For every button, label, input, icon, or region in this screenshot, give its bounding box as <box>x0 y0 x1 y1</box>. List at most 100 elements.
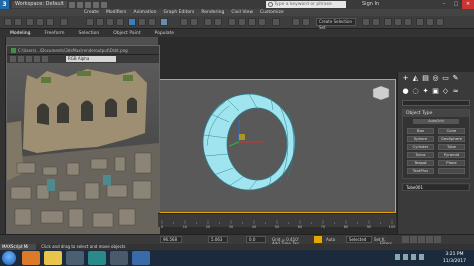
y-coordinate-field[interactable]: 5.063 <box>208 236 228 243</box>
word-taskbar-icon[interactable] <box>132 251 150 265</box>
render-setup-button[interactable] <box>416 18 424 26</box>
graphite-toolbar-button[interactable] <box>372 18 380 26</box>
select-and-rotate-button[interactable] <box>138 18 146 26</box>
tab-freeform[interactable]: Freeform <box>44 31 64 36</box>
pivot-center-button[interactable] <box>190 18 198 26</box>
spacewarps-icon[interactable]: ≈ <box>452 88 459 95</box>
geometry-type-dropdown[interactable] <box>402 100 470 106</box>
helpers-icon[interactable]: ◇ <box>442 88 449 95</box>
tube-object[interactable] <box>159 80 395 212</box>
next-frame-icon[interactable] <box>426 236 433 243</box>
snaps-toggle-button[interactable] <box>228 18 236 26</box>
pyramid-button[interactable]: Pyramid <box>438 152 465 158</box>
select-object-button[interactable] <box>86 18 94 26</box>
shapes-icon[interactable]: ◌ <box>412 88 419 95</box>
unlink-button[interactable] <box>36 18 44 26</box>
x-coordinate-field[interactable]: 96.568 <box>160 236 182 243</box>
percent-snap-button[interactable] <box>248 18 256 26</box>
channel-dropdown[interactable]: RGB Alpha <box>66 56 116 62</box>
select-and-move-button[interactable] <box>128 18 136 26</box>
select-manipulate-button[interactable] <box>204 18 212 26</box>
align-button[interactable] <box>302 18 310 26</box>
key-filter-dropdown[interactable]: Selected <box>346 236 372 243</box>
edit-named-selection-button[interactable] <box>272 18 280 26</box>
undo-icon[interactable] <box>92 1 99 8</box>
tab-object-paint[interactable]: Object Paint <box>113 31 140 36</box>
rendered-frame-window-button[interactable] <box>426 18 434 26</box>
select-and-place-button[interactable] <box>160 18 168 26</box>
cameras-icon[interactable]: ▣ <box>432 88 439 95</box>
menu-modifiers[interactable]: Modifiers <box>106 10 127 15</box>
cone-button[interactable]: Cone <box>438 128 465 134</box>
geosphere-button[interactable]: GeoSphere <box>438 136 465 142</box>
auto-key-button[interactable] <box>314 236 322 243</box>
selection-filter-button[interactable] <box>60 18 68 26</box>
link-button[interactable] <box>26 18 34 26</box>
workspace-dropdown[interactable]: Workspace: Default <box>12 1 67 8</box>
cylinder-button[interactable]: Cylinder <box>407 144 434 150</box>
app-logo-icon[interactable]: 3 <box>0 0 9 9</box>
box-button[interactable]: Box <box>407 128 434 134</box>
empty-button[interactable] <box>438 168 465 174</box>
timeline[interactable]: 0 10 20 30 40 50 60 70 80 90 100 <box>158 213 396 228</box>
start-button-icon[interactable] <box>2 251 16 265</box>
material-editor-button[interactable] <box>404 18 412 26</box>
perspective-viewport[interactable] <box>158 79 396 213</box>
menu-customize[interactable]: Customize <box>260 10 284 15</box>
play-icon[interactable] <box>418 236 425 243</box>
minimize-icon[interactable]: – <box>438 0 450 9</box>
select-and-scale-button[interactable] <box>148 18 156 26</box>
goto-start-icon[interactable] <box>402 236 409 243</box>
image-viewer-window[interactable]: C:\Users\...\Documents\3dsMax\renderoutp… <box>6 45 160 243</box>
tab-populate[interactable]: Populate <box>155 31 175 36</box>
keyboard-shortcut-override-button[interactable] <box>214 18 222 26</box>
maximize-icon[interactable]: □ <box>450 0 462 9</box>
clear-icon[interactable] <box>42 56 48 62</box>
spinner-snap-button[interactable] <box>258 18 266 26</box>
rollout-title[interactable]: Object Type <box>403 110 469 117</box>
print-icon[interactable] <box>34 56 40 62</box>
textplus-button[interactable]: TextPlus <box>407 168 434 174</box>
previous-frame-icon[interactable] <box>410 236 417 243</box>
menu-create[interactable]: Create <box>84 10 99 15</box>
volume-icon[interactable] <box>411 254 416 260</box>
plane-button[interactable]: Plane <box>438 160 465 166</box>
lights-icon[interactable]: ✦ <box>422 88 429 95</box>
utilities-tab-icon[interactable]: ✎ <box>452 75 459 82</box>
render-button[interactable] <box>436 18 444 26</box>
torus-button[interactable]: Torus <box>407 152 434 158</box>
window-crossing-button[interactable] <box>116 18 124 26</box>
tab-modeling[interactable]: Modeling <box>10 31 30 36</box>
signin-link[interactable]: Sign In <box>362 0 379 9</box>
object-name-field[interactable]: Tube001 <box>404 185 468 190</box>
bind-space-warp-button[interactable] <box>46 18 54 26</box>
open-file-icon[interactable] <box>76 1 83 8</box>
display-tab-icon[interactable]: ▭ <box>442 75 449 82</box>
layer-explorer-button[interactable] <box>362 18 370 26</box>
explorer-taskbar-icon[interactable] <box>66 251 84 265</box>
3dsmax-taskbar-icon[interactable] <box>88 251 106 265</box>
menu-animation[interactable]: Animation <box>134 10 157 15</box>
region-select-button[interactable] <box>106 18 114 26</box>
copy-image-icon[interactable] <box>18 56 24 62</box>
sphere-button[interactable]: Sphere <box>407 136 434 142</box>
new-file-icon[interactable] <box>68 1 75 8</box>
curve-editor-button[interactable] <box>384 18 392 26</box>
select-by-name-button[interactable] <box>96 18 104 26</box>
app-taskbar-icon[interactable] <box>110 251 128 265</box>
battery-icon[interactable] <box>419 254 424 260</box>
teapot-button[interactable]: Teapot <box>407 160 434 166</box>
schematic-view-button[interactable] <box>394 18 402 26</box>
menu-graph-editors[interactable]: Graph Editors <box>163 10 194 15</box>
close-icon[interactable]: × <box>462 0 474 9</box>
mirror-button[interactable] <box>292 18 300 26</box>
z-coordinate-field[interactable]: 0.0 <box>246 236 266 243</box>
redo-icon[interactable] <box>100 1 107 8</box>
selection-set-dropdown[interactable]: Create Selection Set <box>316 18 356 30</box>
save-image-icon[interactable] <box>10 56 16 62</box>
system-clock[interactable]: 3:21 PM 11/3/2017 <box>443 251 466 265</box>
undo-button[interactable] <box>4 18 12 26</box>
search-input[interactable]: Type a keyword or phrase <box>266 1 346 8</box>
goto-end-icon[interactable] <box>434 236 441 243</box>
angle-snap-button[interactable] <box>238 18 246 26</box>
